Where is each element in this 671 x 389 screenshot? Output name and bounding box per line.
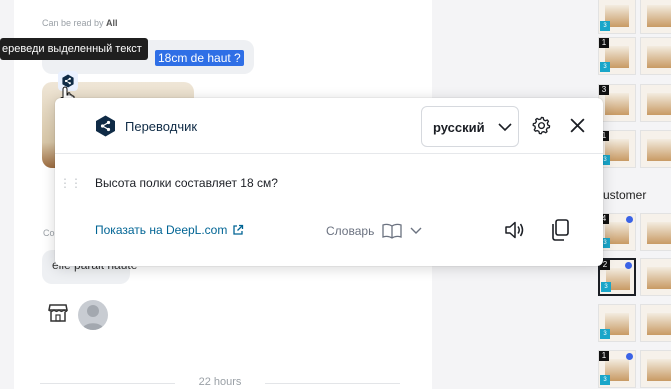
gallery-thumb[interactable] xyxy=(640,350,671,388)
book-icon xyxy=(382,223,402,239)
gallery-thumb[interactable] xyxy=(640,213,671,251)
unread-dot xyxy=(625,262,632,269)
drag-handle-icon[interactable]: ⋮⋮ xyxy=(59,176,82,190)
user-avatar-icon xyxy=(82,305,104,330)
speaker-icon[interactable] xyxy=(504,219,526,241)
unread-dot xyxy=(626,353,633,360)
gallery-thumb[interactable]: 43 xyxy=(598,213,636,251)
selected-message-text[interactable]: 18cm de haut ? xyxy=(155,50,244,66)
chevron-down-icon xyxy=(410,227,422,234)
store-icon[interactable] xyxy=(48,304,68,322)
chevron-down-icon xyxy=(498,123,512,132)
gallery-thumb[interactable] xyxy=(640,258,671,296)
gallery-thumb[interactable] xyxy=(640,37,671,75)
target-language-select[interactable]: русский xyxy=(421,106,519,147)
gallery-thumb[interactable] xyxy=(640,84,671,122)
gear-icon[interactable] xyxy=(532,116,551,135)
popup-title: Переводчик xyxy=(125,119,198,134)
gallery-thumb[interactable] xyxy=(640,0,671,34)
translation-text[interactable]: Высота полки составляет 18 см? xyxy=(95,176,278,190)
copy-icon[interactable] xyxy=(549,218,571,242)
customer-section-label: ustomer xyxy=(603,188,647,202)
deepl-translator-popup: ⋮⋮ Переводчик русский Высота полки соста… xyxy=(55,98,603,266)
close-icon[interactable] xyxy=(569,117,586,134)
target-language-label: русский xyxy=(433,120,485,135)
deepl-logo-icon xyxy=(96,115,115,137)
dictionary-toggle[interactable]: Словарь xyxy=(326,223,422,239)
read-by-label: Can be read by All xyxy=(42,18,118,28)
show-on-deepl-label: Показать на DeepL.com xyxy=(95,223,228,237)
gallery-thumb[interactable] xyxy=(640,130,671,168)
avatar[interactable] xyxy=(78,300,108,330)
translate-tooltip: ереведи выделенный текст xyxy=(0,38,148,60)
gallery-thumb[interactable]: 13 xyxy=(598,130,636,168)
gallery-thumb-selected[interactable]: 23 xyxy=(598,258,636,296)
time-separator: 22 hours xyxy=(40,376,400,388)
show-on-deepl-link[interactable]: Показать на DeepL.com xyxy=(95,223,244,237)
gallery-thumb[interactable]: 3 xyxy=(598,0,636,34)
unread-dot xyxy=(626,216,633,223)
gallery-thumb[interactable]: 13 xyxy=(598,37,636,75)
sender-label: Co xyxy=(43,228,55,238)
gallery-thumb[interactable]: 13 xyxy=(598,350,636,388)
gallery-thumb[interactable] xyxy=(640,304,671,342)
external-link-icon xyxy=(233,224,244,235)
gallery-thumb[interactable]: 3 xyxy=(598,84,636,122)
dictionary-label: Словарь xyxy=(326,224,375,238)
gallery-thumb[interactable]: 3 xyxy=(598,304,636,342)
